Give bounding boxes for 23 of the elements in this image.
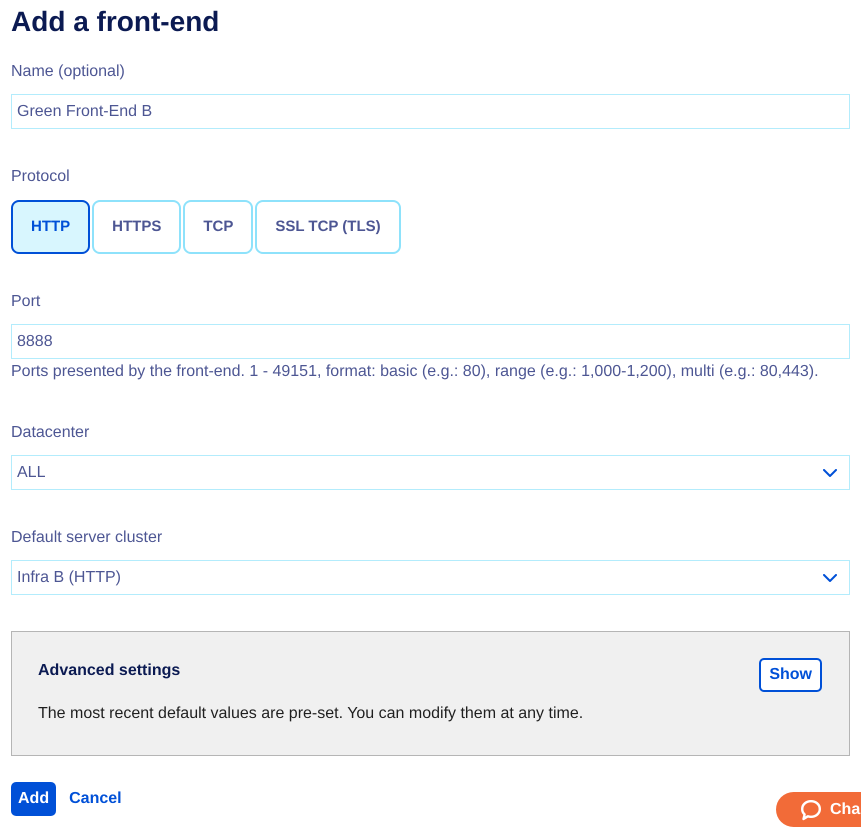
- protocol-option[interactable]: HTTP: [11, 200, 90, 254]
- field-label: Datacenter: [11, 423, 90, 443]
- page-title: Add a front-end: [11, 5, 220, 39]
- protocol-option[interactable]: HTTPS: [92, 200, 182, 254]
- add-button[interactable]: Add: [11, 782, 56, 816]
- text-input[interactable]: 8888: [11, 324, 850, 359]
- select-dropdown[interactable]: Infra B (HTTP): [11, 560, 850, 595]
- field-label: Port: [11, 292, 42, 312]
- text-input[interactable]: Green Front-End B: [11, 94, 850, 129]
- protocol-option[interactable]: TCP: [183, 200, 254, 254]
- panel-description: The most recent default values are pre-set. You can modify them at any time.: [38, 704, 584, 724]
- field-label: Name (optional): [11, 62, 126, 82]
- field-label: Protocol: [11, 167, 71, 187]
- show-button[interactable]: Show: [759, 658, 822, 692]
- panel-heading: Advanced settings: [38, 661, 182, 681]
- chevron-down-icon: [823, 468, 837, 476]
- chevron-down-icon: [823, 574, 837, 582]
- field-label: Default server cluster: [11, 528, 164, 548]
- protocol-option[interactable]: SSL TCP (TLS): [255, 200, 401, 254]
- help-text: Ports presented by the front-end. 1 - 49151, format: basic (e.g.: 80), range (e.g.: 1,000-1,200), multi (e.g.: 80,443).: [11, 362, 820, 382]
- speech-bubble-icon: [800, 798, 822, 820]
- cancel-link[interactable]: Cancel: [69, 787, 122, 811]
- select-dropdown[interactable]: ALL: [11, 455, 850, 490]
